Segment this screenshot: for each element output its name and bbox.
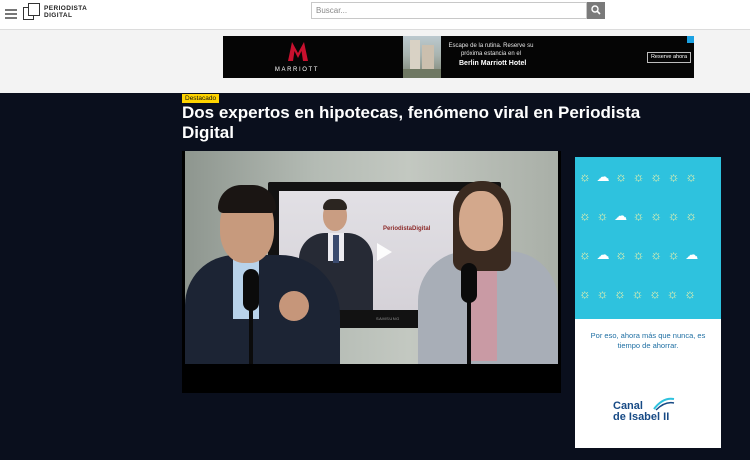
ad-tagline: Escape de la rutina. Reserve su próxima … (448, 43, 534, 57)
logo-mark-icon (23, 3, 41, 21)
tv-brand: SAMSUNG (376, 316, 400, 321)
video-player[interactable]: PeriodistaDigital SAMSUNG (182, 151, 561, 393)
canal-isabel-ad[interactable]: ☼ ☁ ☼ ☼ ☼ ☼ ☼ ☼ ☼ ☁ ☼ ☼ ☼ ☼ ☼ ☁ ☼ ☼ ☼ ☼ … (575, 157, 721, 448)
inset-logo: PeriodistaDigital (383, 226, 431, 232)
search-button[interactable] (587, 2, 605, 19)
canal-isabel-logo: Canal de Isabel II (613, 400, 670, 423)
left-guest (185, 255, 340, 364)
menu-icon[interactable] (5, 9, 17, 19)
ad-hotel-name: Berlin Marriott Hotel (459, 60, 527, 67)
top-ad-band: MARRIOTT Escape de la rutina. Reserve su… (0, 30, 750, 93)
microphone-left (243, 269, 259, 311)
site-header: PERIODISTA DIGITAL (0, 0, 750, 30)
weather-icons-grid: ☼ ☁ ☼ ☼ ☼ ☼ ☼ ☼ ☼ ☁ ☼ ☼ ☼ ☼ ☼ ☁ ☼ ☼ ☼ ☼ … (579, 169, 700, 301)
article-headline[interactable]: Dos expertos en hipotecas, fenómeno vira… (182, 103, 652, 143)
marriott-m-icon (288, 42, 308, 61)
video-frame: PeriodistaDigital SAMSUNG (185, 151, 558, 364)
hotel-photo (403, 36, 441, 78)
adchoices-icon[interactable] (687, 36, 694, 43)
marriott-logo: MARRIOTT (223, 36, 337, 78)
search-icon (591, 5, 601, 15)
ad-copy-panel: Por eso, ahora más que nunca, es tiempo … (575, 319, 721, 448)
marriott-wordmark: MARRIOTT (274, 67, 320, 73)
featured-badge: Destacado (182, 94, 220, 103)
search-input[interactable] (311, 2, 587, 19)
logo-text: PERIODISTA DIGITAL (44, 5, 88, 19)
play-icon[interactable] (377, 243, 392, 261)
site-logo[interactable]: PERIODISTA DIGITAL (23, 3, 87, 23)
reserve-button[interactable]: Reserve ahora (647, 52, 691, 63)
search-bar (311, 2, 605, 19)
microphone-right (461, 263, 477, 303)
ad-copy: Por eso, ahora más que nunca, es tiempo … (590, 331, 706, 350)
marriott-banner-ad[interactable]: MARRIOTT Escape de la rutina. Reserve su… (223, 36, 694, 78)
